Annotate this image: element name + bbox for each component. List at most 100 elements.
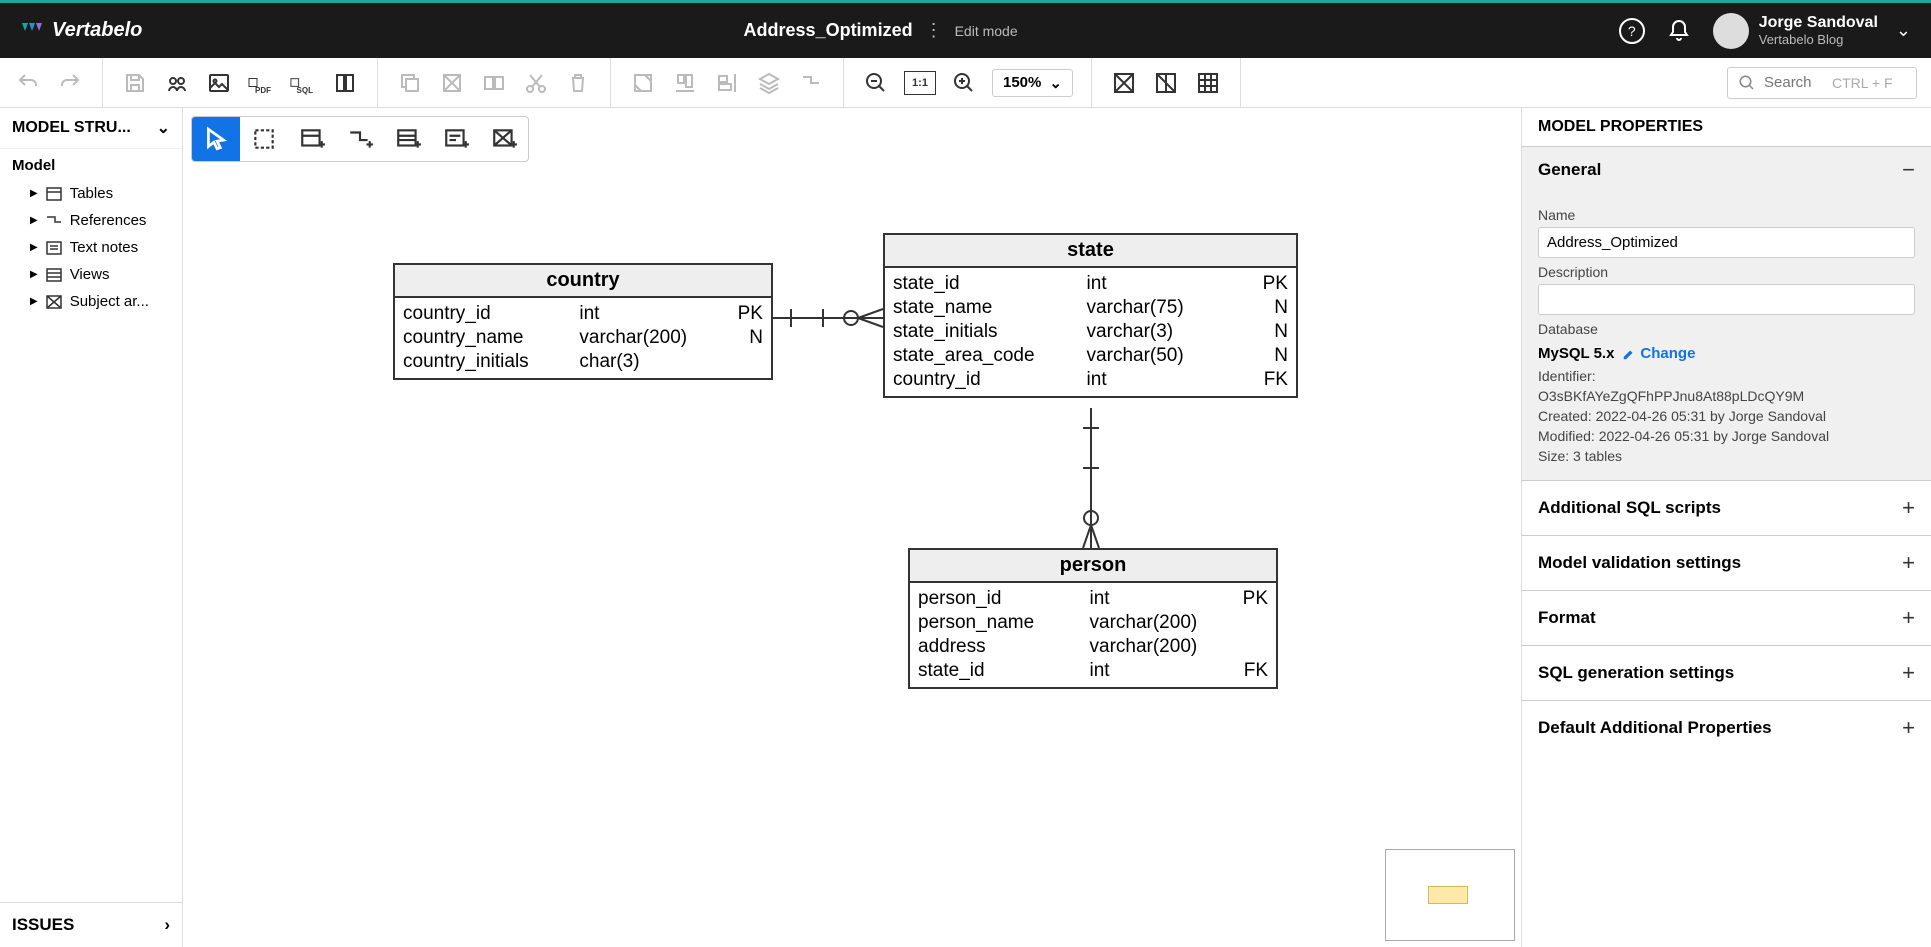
delete-button[interactable] [564, 69, 592, 97]
logo[interactable]: Vertabelo [20, 19, 142, 43]
model-title: Address_Optimized [744, 20, 913, 41]
more-icon[interactable]: ⋮ [925, 20, 943, 41]
section-validation[interactable]: Model validation settings+ [1522, 535, 1931, 590]
connector-button[interactable] [797, 69, 825, 97]
chevron-down-icon: ⌄ [1049, 74, 1062, 92]
table-row: state_area_codevarchar(50)N [893, 344, 1288, 368]
zoom-out-button[interactable] [862, 69, 890, 97]
help-icon[interactable]: ? [1619, 18, 1645, 44]
topbar-center: Address_Optimized ⋮ Edit mode [142, 20, 1618, 41]
right-panel: MODEL PROPERTIES General − Name Descript… [1521, 108, 1931, 947]
minimap[interactable] [1385, 849, 1515, 941]
section-format[interactable]: Format+ [1522, 590, 1931, 645]
table-row: addressvarchar(200) [918, 635, 1268, 659]
table-row: country_namevarchar(200)N [403, 326, 763, 350]
modified-value: Modified: 2022-04-26 05:31 by Jorge Sand… [1538, 426, 1915, 446]
grid-2-button[interactable] [1152, 69, 1180, 97]
expand-icon: + [1902, 715, 1915, 741]
grid-1-button[interactable] [1110, 69, 1138, 97]
db-label: Database [1538, 315, 1915, 341]
tree: ▶Tables ▶References ▶Text notes ▶Views ▶… [0, 180, 182, 315]
main: MODEL STRU... ⌄ Model ▶Tables ▶Reference… [0, 108, 1931, 947]
section-general-header[interactable]: General − [1522, 147, 1931, 193]
grid-3-button[interactable] [1194, 69, 1222, 97]
share-button[interactable] [163, 69, 191, 97]
add-table-tool[interactable] [288, 117, 336, 161]
toolbar: PDF SQL 1:1 150% ⌄ CTRL + F [0, 58, 1931, 108]
add-view-tool[interactable] [384, 117, 432, 161]
save-button[interactable] [121, 69, 149, 97]
tree-root[interactable]: Model [0, 149, 182, 180]
db-value: MySQL 5.x [1538, 345, 1614, 362]
resize-button[interactable] [629, 69, 657, 97]
search-box[interactable]: CTRL + F [1727, 67, 1917, 99]
zoom-fit-button[interactable]: 1:1 [904, 71, 936, 95]
canvas[interactable]: country country_idintPK country_namevarc… [183, 108, 1521, 947]
paste-button[interactable] [438, 69, 466, 97]
change-db-button[interactable]: Change [1622, 345, 1695, 362]
zoom-value: 150% [1003, 74, 1041, 91]
add-reference-tool[interactable] [336, 117, 384, 161]
desc-input[interactable] [1538, 284, 1915, 315]
identifier-label: Identifier: [1538, 366, 1915, 386]
connector-country-state[interactable] [773, 303, 885, 333]
edit-mode-label: Edit mode [955, 23, 1018, 39]
bell-icon[interactable] [1667, 19, 1691, 43]
layers-button[interactable] [755, 69, 783, 97]
tree-item-views[interactable]: ▶Views [10, 261, 172, 288]
left-panel-header[interactable]: MODEL STRU... ⌄ [0, 108, 182, 149]
add-area-tool[interactable] [480, 117, 528, 161]
cut-button[interactable] [522, 69, 550, 97]
expand-icon: + [1902, 495, 1915, 521]
tree-item-textnotes[interactable]: ▶Text notes [10, 234, 172, 261]
marquee-tool[interactable] [240, 117, 288, 161]
issues-bar[interactable]: ISSUES › [0, 902, 182, 947]
copy-button[interactable] [396, 69, 424, 97]
erd-table-header: state [885, 235, 1296, 268]
connector-state-person[interactable] [1081, 408, 1101, 550]
table-row: country_initialschar(3) [403, 350, 763, 374]
tree-item-subjectareas[interactable]: ▶Subject ar... [10, 288, 172, 315]
chevron-right-icon: › [164, 915, 170, 935]
table-row: state_initialsvarchar(3)N [893, 320, 1288, 344]
user-menu[interactable]: Jorge Sandoval Vertabelo Blog ⌄ [1713, 13, 1911, 49]
erd-table-header: person [910, 550, 1276, 583]
table-row: country_idintPK [403, 302, 763, 326]
section-default-props[interactable]: Default Additional Properties+ [1522, 700, 1931, 755]
search-input[interactable] [1764, 74, 1824, 91]
erd-table-state[interactable]: state state_idintPK state_namevarchar(75… [883, 233, 1298, 398]
undo-button[interactable] [14, 69, 42, 97]
export-sql-button[interactable]: SQL [289, 69, 317, 97]
section-general: General − Name Description Database MySQ… [1522, 146, 1931, 480]
add-note-tool[interactable] [432, 117, 480, 161]
search-hint: CTRL + F [1832, 75, 1893, 91]
erd-table-country[interactable]: country country_idintPK country_namevarc… [393, 263, 773, 380]
tree-item-tables[interactable]: ▶Tables [10, 180, 172, 207]
user-sub: Vertabelo Blog [1759, 32, 1878, 47]
section-sql-gen[interactable]: SQL generation settings+ [1522, 645, 1931, 700]
erd-table-header: country [395, 265, 771, 298]
duplicate-button[interactable] [480, 69, 508, 97]
section-sql-scripts[interactable]: Additional SQL scripts+ [1522, 480, 1931, 535]
align-v-button[interactable] [713, 69, 741, 97]
left-panel: MODEL STRU... ⌄ Model ▶Tables ▶Reference… [0, 108, 183, 947]
name-label: Name [1538, 201, 1915, 227]
export-xml-button[interactable] [331, 69, 359, 97]
redo-button[interactable] [56, 69, 84, 97]
select-tool[interactable] [192, 117, 240, 161]
right-panel-title: MODEL PROPERTIES [1522, 108, 1931, 146]
topbar-right: ? Jorge Sandoval Vertabelo Blog ⌄ [1619, 13, 1911, 49]
identifier-value: O3sBKfAYeZgQFhPPJnu8At88pLDcQY9M [1538, 386, 1915, 406]
zoom-select[interactable]: 150% ⌄ [992, 69, 1073, 97]
name-input[interactable] [1538, 227, 1915, 258]
expand-icon: + [1902, 550, 1915, 576]
erd-table-person[interactable]: person person_idintPK person_namevarchar… [908, 548, 1278, 689]
export-image-button[interactable] [205, 69, 233, 97]
tree-item-references[interactable]: ▶References [10, 207, 172, 234]
zoom-in-button[interactable] [950, 69, 978, 97]
table-row: person_idintPK [918, 587, 1268, 611]
export-pdf-button[interactable]: PDF [247, 69, 275, 97]
align-h-button[interactable] [671, 69, 699, 97]
topbar: Vertabelo Address_Optimized ⋮ Edit mode … [0, 0, 1931, 58]
avatar [1713, 13, 1749, 49]
